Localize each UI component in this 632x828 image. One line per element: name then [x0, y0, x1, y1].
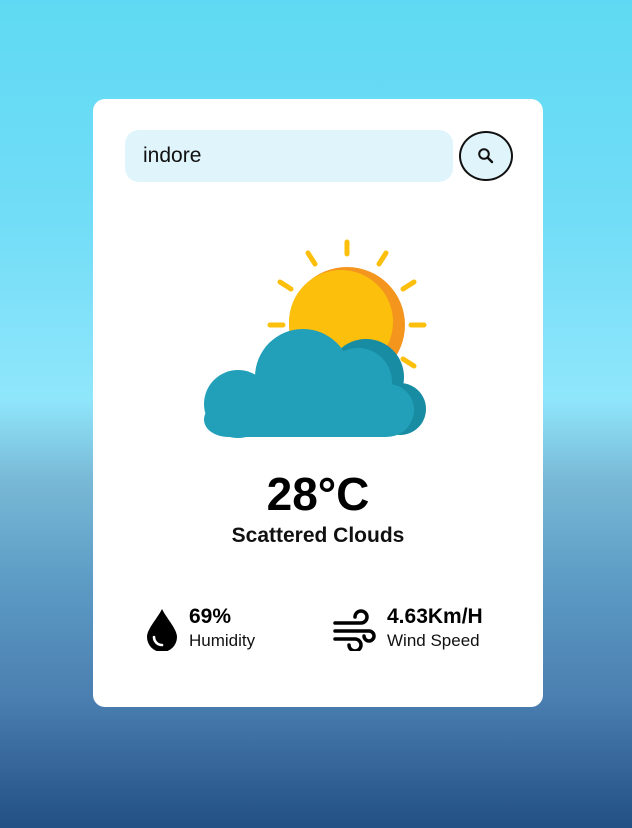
temperature-value: 28°C: [266, 468, 370, 520]
search-button[interactable]: [459, 131, 513, 181]
search-icon: [478, 148, 494, 164]
sun-behind-cloud-icon: [204, 239, 427, 438]
wind-speed-label: Wind Speed: [387, 631, 480, 650]
water-drop-icon: [147, 609, 177, 651]
wind-icon: [333, 609, 376, 651]
humidity-label: Humidity: [189, 631, 256, 650]
wind-speed-value: 4.63Km/H: [387, 605, 483, 628]
weather-condition: Scattered Clouds: [231, 524, 405, 547]
humidity-value: 69%: [189, 605, 232, 628]
city-search-input[interactable]: [125, 130, 453, 182]
weather-card: 28°C Scattered Clouds 69% Humidity 4.63K…: [93, 99, 543, 707]
